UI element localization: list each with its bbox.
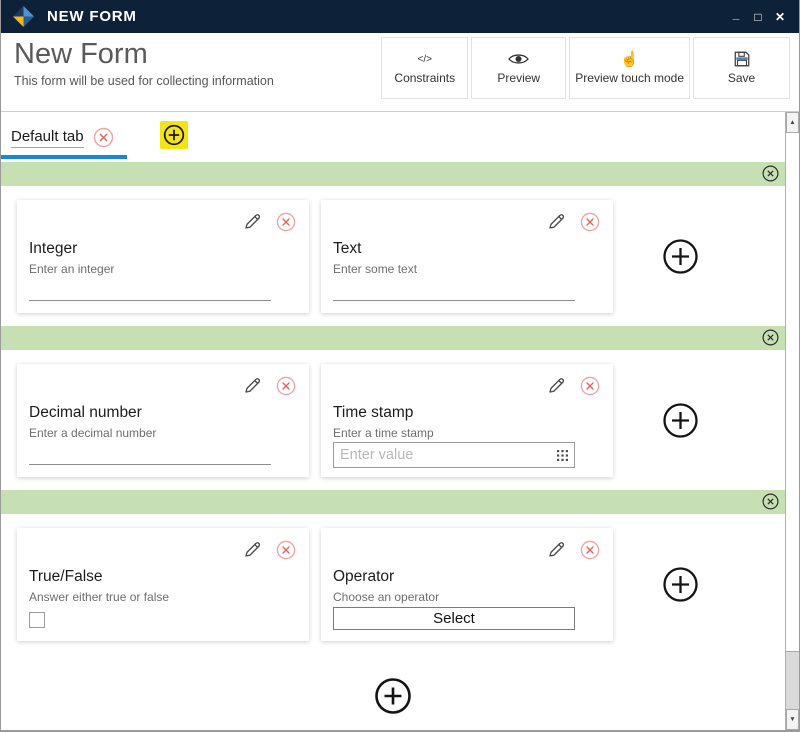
form-row: True/False Answer either true or false O… — [1, 490, 785, 641]
field-title: True/False — [29, 568, 103, 586]
add-row-button[interactable] — [374, 677, 412, 715]
tab-delete-icon[interactable] — [93, 127, 114, 148]
toolbar: </> Constraints Preview ☝ Preview touch … — [381, 37, 790, 99]
field-description: Enter a time stamp — [333, 426, 434, 440]
field-title: Operator — [333, 568, 394, 586]
delete-field-icon[interactable] — [580, 212, 600, 232]
field-card-timestamp: Time stamp Enter a time stamp Enter valu… — [321, 364, 613, 477]
delete-row-icon[interactable] — [762, 329, 779, 346]
preview-label: Preview — [497, 71, 540, 86]
edit-field-icon[interactable] — [242, 375, 263, 396]
tab-bar: Default tab — [1, 112, 799, 160]
delete-field-icon[interactable] — [276, 212, 296, 232]
picker-grid-icon[interactable] — [557, 450, 568, 461]
plus-circle-icon — [662, 238, 699, 275]
field-card-integer: Integer Enter an integer — [17, 200, 309, 313]
delete-row-icon[interactable] — [762, 493, 779, 510]
plus-circle-icon — [662, 402, 699, 439]
code-icon: </> — [418, 50, 432, 68]
truefalse-checkbox[interactable] — [29, 612, 45, 628]
row-header-strip — [1, 162, 785, 186]
maximize-button[interactable]: □ — [747, 10, 769, 24]
preview-touch-mode-label: Preview touch mode — [575, 71, 684, 86]
app-logo-icon — [12, 5, 35, 28]
scrollbar-thumb[interactable] — [786, 133, 799, 652]
integer-input-underline[interactable] — [29, 300, 271, 301]
field-description: Enter a decimal number — [29, 426, 156, 440]
field-title: Decimal number — [29, 404, 142, 422]
form-row: Decimal number Enter a decimal number Ti… — [1, 326, 785, 477]
field-card-operator: Operator Choose an operator Select — [321, 528, 613, 641]
minimize-button[interactable]: _ — [725, 7, 747, 21]
field-card-truefalse: True/False Answer either true or false — [17, 528, 309, 641]
touch-hand-icon: ☝ — [620, 50, 639, 68]
form-row: Integer Enter an integer Text Enter some… — [1, 162, 785, 313]
app-window: NEW FORM _ □ ✕ New Form This form will b… — [0, 0, 800, 732]
scroll-down-button[interactable]: ▼ — [786, 709, 799, 730]
save-label: Save — [728, 71, 755, 86]
window-title: NEW FORM — [47, 8, 137, 25]
form-header: New Form This form will be used for coll… — [1, 33, 799, 112]
delete-field-icon[interactable] — [580, 540, 600, 560]
add-tab-button[interactable] — [160, 121, 188, 149]
preview-button[interactable]: Preview — [471, 37, 566, 99]
plus-circle-icon — [662, 566, 699, 603]
decimal-input-underline[interactable] — [29, 464, 271, 465]
text-input-underline[interactable] — [333, 300, 575, 301]
field-description: Enter an integer — [29, 262, 114, 276]
edit-field-icon[interactable] — [546, 375, 567, 396]
eye-icon — [508, 50, 529, 68]
save-icon — [733, 50, 751, 68]
delete-field-icon[interactable] — [276, 376, 296, 396]
active-tab-indicator — [1, 155, 127, 159]
add-field-button[interactable] — [662, 402, 699, 439]
row-header-strip — [1, 326, 785, 350]
scroll-up-button[interactable]: ▲ — [786, 112, 799, 133]
timestamp-input[interactable]: Enter value — [333, 442, 575, 468]
field-card-text: Text Enter some text — [321, 200, 613, 313]
row-header-strip — [1, 490, 785, 514]
field-title: Time stamp — [333, 404, 413, 422]
add-field-button[interactable] — [662, 238, 699, 275]
field-description: Choose an operator — [333, 590, 439, 604]
field-title: Text — [333, 240, 361, 258]
edit-field-icon[interactable] — [242, 211, 263, 232]
plus-circle-icon — [374, 677, 412, 715]
plus-circle-icon — [162, 123, 186, 147]
titlebar: NEW FORM _ □ ✕ — [1, 0, 799, 33]
delete-field-icon[interactable] — [276, 540, 296, 560]
constraints-label: Constraints — [394, 71, 455, 86]
operator-select-button[interactable]: Select — [333, 607, 575, 630]
field-card-decimal: Decimal number Enter a decimal number — [17, 364, 309, 477]
field-description: Answer either true or false — [29, 590, 169, 604]
save-button[interactable]: Save — [693, 37, 790, 99]
close-button[interactable]: ✕ — [769, 10, 791, 24]
edit-field-icon[interactable] — [242, 539, 263, 560]
timestamp-placeholder: Enter value — [340, 447, 557, 463]
scrollbar-track[interactable] — [786, 652, 799, 709]
edit-field-icon[interactable] — [546, 211, 567, 232]
form-canvas: Integer Enter an integer Text Enter some… — [1, 160, 785, 715]
edit-field-icon[interactable] — [546, 539, 567, 560]
field-title: Integer — [29, 240, 77, 258]
tab-default: Default tab — [11, 127, 114, 148]
preview-touch-mode-button[interactable]: ☝ Preview touch mode — [569, 37, 690, 99]
field-description: Enter some text — [333, 262, 417, 276]
window-controls: _ □ ✕ — [725, 10, 799, 24]
add-field-button[interactable] — [662, 566, 699, 603]
delete-row-icon[interactable] — [762, 165, 779, 182]
constraints-button[interactable]: </> Constraints — [381, 37, 468, 99]
vertical-scrollbar: ▲ ▼ — [785, 112, 799, 730]
delete-field-icon[interactable] — [580, 376, 600, 396]
tab-name-input[interactable]: Default tab — [11, 128, 84, 148]
